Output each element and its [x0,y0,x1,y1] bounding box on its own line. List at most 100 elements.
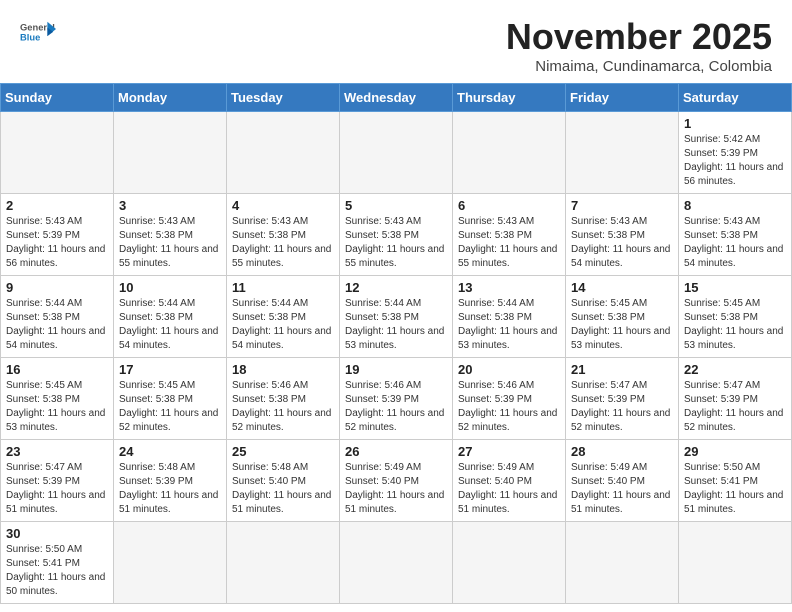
calendar-cell: 25 Sunrise: 5:48 AM Sunset: 5:40 PM Dayli… [227,440,340,522]
day-number: 18 [232,362,334,377]
day-number: 21 [571,362,673,377]
day-info: Sunrise: 5:43 AM Sunset: 5:38 PM Dayligh… [345,215,447,271]
day-number: 1 [684,116,786,131]
day-info: Sunrise: 5:48 AM Sunset: 5:39 PM Dayligh… [119,461,221,517]
day-number: 14 [571,280,673,295]
calendar-cell: 21 Sunrise: 5:47 AM Sunset: 5:39 PM Dayli… [566,358,679,440]
calendar-cell [227,522,340,604]
day-info: Sunrise: 5:47 AM Sunset: 5:39 PM Dayligh… [571,379,673,435]
day-info: Sunrise: 5:46 AM Sunset: 5:39 PM Dayligh… [345,379,447,435]
calendar-cell: 9Sunrise: 5:44 AM Sunset: 5:38 PM Daylig… [1,276,114,358]
title-block: November 2025 Nimaima, Cundinamarca, Col… [506,16,772,75]
day-info: Sunrise: 5:50 AM Sunset: 5:41 PM Dayligh… [684,461,786,517]
day-info: Sunrise: 5:43 AM Sunset: 5:38 PM Dayligh… [458,215,560,271]
calendar-cell: 2 Sunrise: 5:43 AM Sunset: 5:39 PM Daylig… [1,194,114,276]
calendar-cell: 15 Sunrise: 5:45 AM Sunset: 5:38 PM Dayli… [679,276,792,358]
day-info: Sunrise: 5:44 AM Sunset: 5:38 PM Dayligh… [232,297,334,353]
weekday-tuesday: Tuesday [227,84,340,112]
day-info: Sunrise: 5:50 AM Sunset: 5:41 PM Dayligh… [6,543,108,599]
day-number: 13 [458,280,560,295]
day-number: 5 [345,198,447,213]
week-row-3: 9Sunrise: 5:44 AM Sunset: 5:38 PM Daylig… [1,276,792,358]
calendar-cell: 8 Sunrise: 5:43 AM Sunset: 5:38 PM Daylig… [679,194,792,276]
day-info: Sunrise: 5:49 AM Sunset: 5:40 PM Dayligh… [458,461,560,517]
calendar-cell: 1 Sunrise: 5:42 AM Sunset: 5:39 PM Daylig… [679,112,792,194]
month-title: November 2025 [506,16,772,58]
week-row-6: 30Sunrise: 5:50 AM Sunset: 5:41 PM Dayli… [1,522,792,604]
day-info: Sunrise: 5:46 AM Sunset: 5:38 PM Dayligh… [232,379,334,435]
day-number: 2 [6,198,108,213]
calendar-cell: 14 Sunrise: 5:45 AM Sunset: 5:38 PM Dayli… [566,276,679,358]
calendar-cell: 7 Sunrise: 5:43 AM Sunset: 5:38 PM Daylig… [566,194,679,276]
day-number: 25 [232,444,334,459]
calendar-cell: 11 Sunrise: 5:44 AM Sunset: 5:38 PM Dayli… [227,276,340,358]
day-info: Sunrise: 5:47 AM Sunset: 5:39 PM Dayligh… [684,379,786,435]
day-info: Sunrise: 5:43 AM Sunset: 5:38 PM Dayligh… [232,215,334,271]
calendar-cell [566,522,679,604]
day-number: 17 [119,362,221,377]
calendar-cell: 13 Sunrise: 5:44 AM Sunset: 5:38 PM Dayli… [453,276,566,358]
day-info: Sunrise: 5:42 AM Sunset: 5:39 PM Dayligh… [684,133,786,189]
day-info: Sunrise: 5:43 AM Sunset: 5:38 PM Dayligh… [571,215,673,271]
calendar-cell: 3Sunrise: 5:43 AM Sunset: 5:38 PM Daylig… [114,194,227,276]
day-info: Sunrise: 5:44 AM Sunset: 5:38 PM Dayligh… [345,297,447,353]
day-number: 10 [119,280,221,295]
day-info: Sunrise: 5:43 AM Sunset: 5:38 PM Dayligh… [684,215,786,271]
calendar-cell [114,522,227,604]
day-info: Sunrise: 5:43 AM Sunset: 5:38 PM Dayligh… [119,215,221,271]
day-number: 15 [684,280,786,295]
day-info: Sunrise: 5:48 AM Sunset: 5:40 PM Dayligh… [232,461,334,517]
weekday-monday: Monday [114,84,227,112]
day-number: 23 [6,444,108,459]
day-number: 26 [345,444,447,459]
calendar-cell: 18 Sunrise: 5:46 AM Sunset: 5:38 PM Dayli… [227,358,340,440]
calendar-cell: 28Sunrise: 5:49 AM Sunset: 5:40 PM Dayli… [566,440,679,522]
day-info: Sunrise: 5:49 AM Sunset: 5:40 PM Dayligh… [345,461,447,517]
calendar-cell [566,112,679,194]
calendar-cell [227,112,340,194]
header: General Blue November 2025 Nimaima, Cund… [0,0,792,83]
calendar-cell: 12Sunrise: 5:44 AM Sunset: 5:38 PM Dayli… [340,276,453,358]
calendar-cell [679,522,792,604]
day-info: Sunrise: 5:43 AM Sunset: 5:39 PM Dayligh… [6,215,108,271]
day-info: Sunrise: 5:44 AM Sunset: 5:38 PM Dayligh… [458,297,560,353]
day-info: Sunrise: 5:46 AM Sunset: 5:39 PM Dayligh… [458,379,560,435]
weekday-friday: Friday [566,84,679,112]
calendar-cell: 10Sunrise: 5:44 AM Sunset: 5:38 PM Dayli… [114,276,227,358]
week-row-4: 16 Sunrise: 5:45 AM Sunset: 5:38 PM Dayli… [1,358,792,440]
week-row-5: 23 Sunrise: 5:47 AM Sunset: 5:39 PM Dayli… [1,440,792,522]
day-number: 28 [571,444,673,459]
day-info: Sunrise: 5:47 AM Sunset: 5:39 PM Dayligh… [6,461,108,517]
day-info: Sunrise: 5:45 AM Sunset: 5:38 PM Dayligh… [684,297,786,353]
day-number: 16 [6,362,108,377]
calendar-cell: 24Sunrise: 5:48 AM Sunset: 5:39 PM Dayli… [114,440,227,522]
calendar-cell: 5 Sunrise: 5:43 AM Sunset: 5:38 PM Daylig… [340,194,453,276]
day-number: 8 [684,198,786,213]
calendar-cell: 16 Sunrise: 5:45 AM Sunset: 5:38 PM Dayli… [1,358,114,440]
weekday-sunday: Sunday [1,84,114,112]
day-number: 7 [571,198,673,213]
calendar-cell [453,522,566,604]
logo: General Blue [20,16,56,52]
day-number: 11 [232,280,334,295]
day-number: 29 [684,444,786,459]
calendar-cell: 6Sunrise: 5:43 AM Sunset: 5:38 PM Daylig… [453,194,566,276]
day-number: 20 [458,362,560,377]
day-info: Sunrise: 5:45 AM Sunset: 5:38 PM Dayligh… [571,297,673,353]
calendar-cell: 27 Sunrise: 5:49 AM Sunset: 5:40 PM Dayli… [453,440,566,522]
location: Nimaima, Cundinamarca, Colombia [506,58,772,75]
calendar-cell: 23 Sunrise: 5:47 AM Sunset: 5:39 PM Dayli… [1,440,114,522]
weekday-saturday: Saturday [679,84,792,112]
calendar-cell: 22Sunrise: 5:47 AM Sunset: 5:39 PM Dayli… [679,358,792,440]
calendar: SundayMondayTuesdayWednesdayThursdayFrid… [0,83,792,604]
week-row-1: 1 Sunrise: 5:42 AM Sunset: 5:39 PM Daylig… [1,112,792,194]
day-info: Sunrise: 5:45 AM Sunset: 5:38 PM Dayligh… [6,379,108,435]
day-number: 27 [458,444,560,459]
svg-text:Blue: Blue [20,32,40,42]
day-info: Sunrise: 5:45 AM Sunset: 5:38 PM Dayligh… [119,379,221,435]
calendar-cell: 26 Sunrise: 5:49 AM Sunset: 5:40 PM Dayli… [340,440,453,522]
calendar-cell: 30Sunrise: 5:50 AM Sunset: 5:41 PM Dayli… [1,522,114,604]
calendar-cell: 29 Sunrise: 5:50 AM Sunset: 5:41 PM Dayli… [679,440,792,522]
weekday-thursday: Thursday [453,84,566,112]
day-number: 19 [345,362,447,377]
